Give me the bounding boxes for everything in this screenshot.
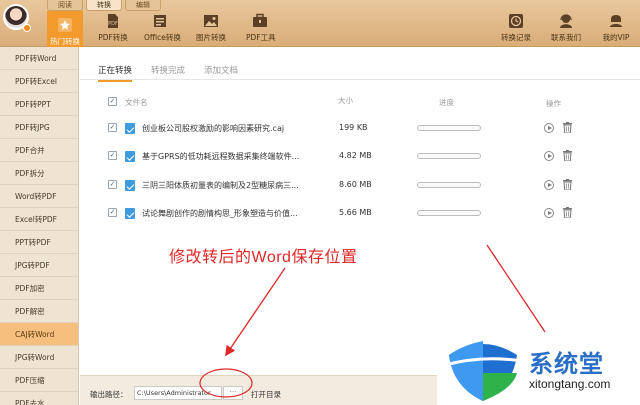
select-all-checkbox[interactable]: ✓ — [108, 97, 117, 106]
toolbar-contact[interactable]: 联系我们 — [550, 13, 582, 45]
watermark-title: 系统堂 — [529, 349, 604, 378]
toolbar-vip[interactable]: 我的VIP — [600, 13, 632, 45]
watermark-logo: 系统堂 xitongtang.com — [437, 333, 640, 405]
sidebar-item[interactable]: PDF转PPT — [0, 93, 78, 116]
vip-crown-icon — [610, 15, 622, 27]
progress-bar — [417, 210, 481, 216]
sidebar-item[interactable]: Word转PDF — [0, 185, 78, 208]
output-path-input[interactable]: C:\Users\Administrator — [134, 386, 222, 400]
row-checkbox[interactable]: ✓ — [108, 180, 117, 189]
file-name: 创业板公司股权激励的影响因素研究.caj — [142, 124, 285, 133]
start-convert-icon[interactable] — [544, 180, 554, 190]
star-icon — [58, 18, 72, 32]
sidebar-item[interactable]: Excel转PDF — [0, 208, 78, 231]
header-filename: 文件名 — [125, 98, 148, 107]
toolbar-office-label: Office转换 — [144, 33, 181, 42]
header-size: 大小 — [338, 96, 353, 105]
table-row[interactable]: ✓ 基于GPRS的低功耗远程数据采集终端软件... 4.82 MB — [80, 150, 640, 171]
file-size: 199 KB — [339, 123, 368, 132]
headset-icon — [560, 14, 572, 28]
watermark-url: xitongtang.com — [529, 377, 611, 391]
delete-trash-icon[interactable] — [563, 150, 572, 161]
toolbar-pdftools-label: PDF工具 — [246, 33, 276, 42]
mode-tab-read[interactable]: 阅读 — [47, 0, 83, 11]
file-name: 三阴三阳体质初量表的编制及2型糖尿病三... — [142, 181, 299, 190]
sidebar-item[interactable]: JPG转Word — [0, 346, 78, 369]
file-name: 基于GPRS的低功耗远程数据采集终端软件... — [142, 152, 300, 161]
mode-tab-convert[interactable]: 转换 — [86, 0, 122, 11]
toolbar-pdf-convert[interactable]: PDF PDF转换 — [98, 13, 128, 45]
mode-tab-edit[interactable]: 编辑 — [125, 0, 161, 11]
file-type-icon — [125, 123, 135, 134]
file-size: 5.66 MB — [339, 208, 372, 217]
toolbar-contact-label: 联系我们 — [551, 33, 581, 42]
toolbox-icon — [253, 13, 267, 27]
sidebar-item[interactable]: PDF转JPG — [0, 116, 78, 139]
sidebar-item[interactable]: PDF拆分 — [0, 162, 78, 185]
tab-divider — [80, 79, 640, 80]
sidebar-item[interactable]: CAJ转Word — [0, 323, 78, 346]
start-convert-icon[interactable] — [544, 208, 554, 218]
toolbar-pdf-label: PDF转换 — [98, 33, 128, 42]
toolbar-pdf-tools[interactable]: PDF工具 — [246, 13, 276, 45]
sidebar: PDF转Word PDF转Excel PDF转PPT PDF转JPG PDF合并 PDF拆… — [0, 47, 79, 405]
start-convert-icon[interactable] — [544, 151, 554, 161]
svg-text:PDF: PDF — [108, 21, 118, 27]
file-size: 4.82 MB — [339, 151, 372, 160]
clock-icon — [509, 14, 523, 28]
table-row[interactable]: ✓ 试论舞剧创作的剧情构思_形象塑造与价值... 5.66 MB — [80, 207, 640, 228]
sidebar-item[interactable]: PPT转PDF — [0, 231, 78, 254]
shield-logo-icon — [444, 341, 522, 401]
progress-bar — [417, 182, 481, 188]
sidebar-item[interactable]: JPG转PDF — [0, 254, 78, 277]
toolbar-image-label: 图片转换 — [196, 33, 226, 42]
file-type-icon — [125, 151, 135, 162]
toolbar-hot-convert[interactable]: 热门转换 — [47, 11, 83, 47]
output-path-label: 输出路径： — [90, 390, 128, 399]
toolbar-image-convert[interactable]: 图片转换 — [196, 13, 226, 45]
mode-tabs: 阅读 转换 编辑 — [47, 0, 164, 11]
delete-trash-icon[interactable] — [563, 207, 572, 218]
toolbar-office-convert[interactable]: Office转换 — [144, 13, 181, 45]
sidebar-item[interactable]: PDF解密 — [0, 300, 78, 323]
toolbar-hot-label: 热门转换 — [50, 37, 80, 46]
row-checkbox[interactable]: ✓ — [108, 151, 117, 160]
toolbar-history-label: 转换记录 — [501, 33, 531, 42]
sidebar-item[interactable]: PDF压缩 — [0, 369, 78, 392]
progress-bar — [417, 153, 481, 159]
row-checkbox[interactable]: ✓ — [108, 208, 117, 217]
office-doc-icon — [154, 15, 166, 27]
delete-trash-icon[interactable] — [563, 179, 572, 190]
delete-trash-icon[interactable] — [563, 122, 572, 133]
file-name: 试论舞剧创作的剧情构思_形象塑造与价值... — [142, 209, 298, 218]
file-size: 8.60 MB — [339, 180, 372, 189]
top-header: 阅读 转换 编辑 热门转换 PDF PDF转换 Office转换 图片转换 PD… — [0, 0, 640, 47]
sidebar-item[interactable]: PDF加密 — [0, 277, 78, 300]
row-checkbox[interactable]: ✓ — [108, 123, 117, 132]
header-action: 操作 — [546, 99, 561, 108]
table-row[interactable]: ✓ 三阴三阳体质初量表的编制及2型糖尿病三... 8.60 MB — [80, 179, 640, 200]
toolbar-history[interactable]: 转换记录 — [500, 13, 532, 45]
open-directory-button[interactable]: 打开目录 — [251, 389, 281, 400]
start-convert-icon[interactable] — [544, 123, 554, 133]
toolbar-vip-label: 我的VIP — [602, 33, 630, 42]
sidebar-item[interactable]: PDF转Word — [0, 47, 78, 70]
avatar-badge-icon — [23, 24, 31, 32]
annotation-text: 修改转后的Word保存位置 — [169, 249, 358, 266]
progress-bar — [417, 125, 481, 131]
sidebar-item[interactable]: PDF合并 — [0, 139, 78, 162]
pdf-file-icon: PDF — [108, 14, 118, 28]
image-icon — [204, 15, 218, 27]
browse-button[interactable]: ··· — [223, 386, 243, 400]
file-type-icon — [125, 208, 135, 219]
table-row[interactable]: ✓ 创业板公司股权激励的影响因素研究.caj 199 KB — [80, 122, 640, 143]
header-progress: 进度 — [439, 98, 454, 107]
sidebar-item[interactable]: PDF转Excel — [0, 70, 78, 93]
sidebar-item[interactable]: PDF去水 — [0, 392, 78, 405]
file-type-icon — [125, 180, 135, 191]
